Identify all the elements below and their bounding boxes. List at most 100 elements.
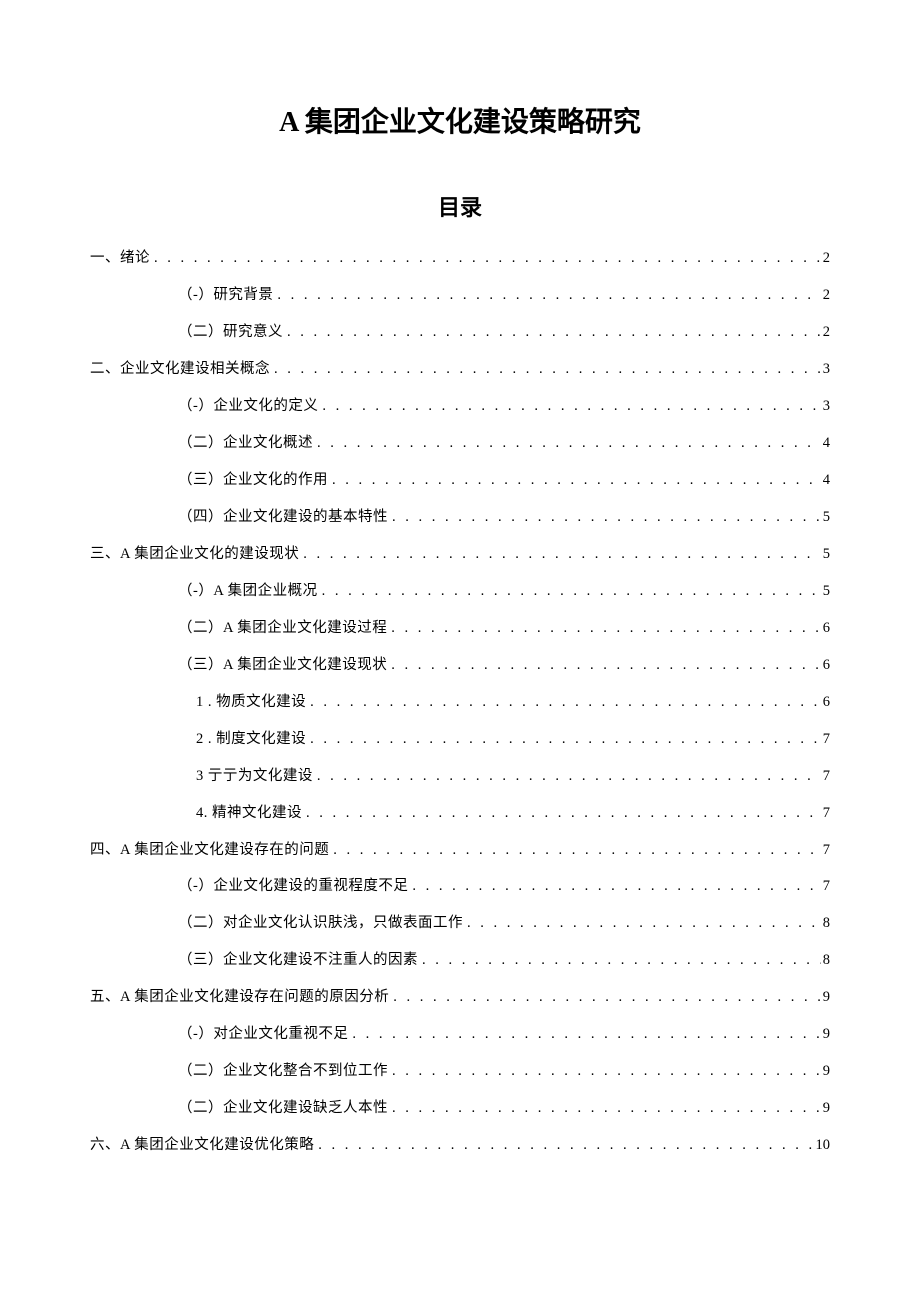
document-title: A 集团企业文化建设策略研究 [90, 100, 830, 140]
toc-entry: （三）企业文化建设不注重人的因素 8 [90, 942, 830, 979]
toc-entry: （-）企业文化建设的重视程度不足 7 [90, 868, 830, 905]
toc-leader-dots [328, 462, 821, 499]
toc-entry-label: 四、A 集团企业文化建设存在的问题 [90, 832, 329, 869]
toc-entry: （二）研究意义 2 [90, 314, 830, 351]
toc-entry-label: （四）企业文化建设的基本特性 [178, 499, 388, 536]
toc-leader-dots [283, 314, 821, 351]
toc-entry: （二）对企业文化认识肤浅，只做表面工作 8 [90, 905, 830, 942]
toc-entry-page: 7 [821, 758, 830, 795]
toc-entry-label: （-）企业文化建设的重视程度不足 [178, 868, 408, 905]
toc-leader-dots [302, 795, 821, 832]
toc-leader-dots [313, 425, 821, 462]
toc-entry-label: 三、A 集团企业文化的建设现状 [90, 536, 299, 573]
toc-entry-label: （二）企业文化建设缺乏人本性 [178, 1090, 388, 1127]
toc-entry-page: 5 [821, 573, 830, 610]
toc-entry-label: 二、企业文化建设相关概念 [90, 351, 270, 388]
toc-entry: （四）企业文化建设的基本特性5 [90, 499, 830, 536]
toc-entry: （二）A 集团企业文化建设过程 6 [90, 610, 830, 647]
toc-entry-label: （-）对企业文化重视不足 [178, 1016, 348, 1053]
toc-leader-dots [306, 684, 821, 721]
toc-entry-label: （-）A 集团企业概况 [178, 573, 318, 610]
toc-entry: （-）A 集团企业概况 5 [90, 573, 830, 610]
toc-entry-page: 6 [821, 647, 830, 684]
toc-leader-dots [318, 388, 820, 425]
toc-entry: （-）研究背景 2 [90, 277, 830, 314]
toc-entry-page: 4 [821, 425, 830, 462]
toc-leader-dots [387, 647, 820, 684]
toc-leader-dots [388, 1053, 821, 1090]
toc-entry-label: （三）企业文化的作用 [178, 462, 328, 499]
toc-leader-dots [388, 1090, 821, 1127]
toc-entry-label: 3 亍亍为文化建设 [196, 758, 313, 795]
toc-leader-dots [306, 721, 821, 758]
toc-leader-dots [270, 351, 821, 388]
toc-entry-label: （三）企业文化建设不注重人的因素 [178, 942, 418, 979]
toc-entry-page: 2 [821, 277, 830, 314]
toc-entry: 六、A 集团企业文化建设优化策略10 [90, 1127, 830, 1164]
toc-entry-page: 8 [821, 905, 830, 942]
toc-entry: 1 . 物质文化建设 6 [90, 684, 830, 721]
toc-entry-label: （二）企业文化整合不到位工作 [178, 1053, 388, 1090]
toc-leader-dots [418, 942, 821, 979]
toc-entry-page: 6 [821, 610, 830, 647]
toc-leader-dots [389, 979, 820, 1016]
toc-leader-dots [408, 868, 820, 905]
toc-entry-label: 1 . 物质文化建设 [196, 684, 306, 721]
toc-entry-page: 2 [821, 240, 830, 277]
toc-entry-label: （-）企业文化的定义 [178, 388, 318, 425]
toc-leader-dots [348, 1016, 820, 1053]
toc-entry: （三）A 集团企业文化建设现状 6 [90, 647, 830, 684]
toc-leader-dots [314, 1127, 813, 1164]
toc-entry-label: 2 . 制度文化建设 [196, 721, 306, 758]
toc-entry-label: （二）对企业文化认识肤浅，只做表面工作 [178, 905, 463, 942]
toc-entry: （-）对企业文化重视不足 9 [90, 1016, 830, 1053]
toc-entry-label: （二）企业文化概述 [178, 425, 313, 462]
toc-leader-dots [387, 610, 820, 647]
toc-entry-page: 5 [821, 536, 830, 573]
toc-leader-dots [273, 277, 820, 314]
toc-leader-dots [313, 758, 821, 795]
toc-entry-page: 7 [821, 832, 830, 869]
toc-entry-page: 7 [821, 868, 830, 905]
toc-entry-page: 3 [821, 388, 830, 425]
toc-entry: 3 亍亍为文化建设 7 [90, 758, 830, 795]
toc-entry-page: 8 [821, 942, 830, 979]
toc-leader-dots [318, 573, 821, 610]
toc-entry: 四、A 集团企业文化建设存在的问题 7 [90, 832, 830, 869]
toc-entry: 2 . 制度文化建设 7 [90, 721, 830, 758]
toc-entry-label: 一、绪论 [90, 240, 150, 277]
toc-entry: （三）企业文化的作用 4 [90, 462, 830, 499]
toc-leader-dots [329, 832, 820, 869]
toc-entry: （二）企业文化建设缺乏人本性 9 [90, 1090, 830, 1127]
toc-entry: 一、绪论 2 [90, 240, 830, 277]
toc-entry-page: 2 [821, 314, 830, 351]
toc-entry: 4. 精神文化建设 7 [90, 795, 830, 832]
toc-heading: 目录 [90, 190, 830, 222]
toc-entry: （二）企业文化整合不到位工作 9 [90, 1053, 830, 1090]
toc-leader-dots [463, 905, 821, 942]
toc-entry-label: （二）研究意义 [178, 314, 283, 351]
toc-entry: （二）企业文化概述 4 [90, 425, 830, 462]
toc-entry: 二、企业文化建设相关概念 3 [90, 351, 830, 388]
toc-entry-page: 7 [821, 795, 830, 832]
toc-entry-label: （三）A 集团企业文化建设现状 [178, 647, 387, 684]
toc-entry-label: （二）A 集团企业文化建设过程 [178, 610, 387, 647]
toc-entry-page: 9 [821, 979, 830, 1016]
toc-leader-dots [150, 240, 821, 277]
toc-entry-page: 10 [814, 1127, 831, 1164]
toc-entry: （-）企业文化的定义 3 [90, 388, 830, 425]
toc-entry-page: 9 [821, 1053, 830, 1090]
table-of-contents: 一、绪论2（-）研究背景2（二）研究意义2二、企业文化建设相关概念3（-）企业文… [90, 240, 830, 1164]
toc-entry-label: 4. 精神文化建设 [196, 795, 302, 832]
toc-entry: 三、A 集团企业文化的建设现状 5 [90, 536, 830, 573]
toc-entry-label: （-）研究背景 [178, 277, 273, 314]
toc-entry-page: 9 [821, 1090, 830, 1127]
toc-leader-dots [388, 499, 821, 536]
toc-entry: 五、A 集团企业文化建设存在问题的原因分析 9 [90, 979, 830, 1016]
toc-entry-page: 9 [821, 1016, 830, 1053]
toc-entry-page: 7 [821, 721, 830, 758]
toc-entry-page: 4 [821, 462, 830, 499]
toc-entry-page: 3 [821, 351, 830, 388]
toc-entry-page: 6 [821, 684, 830, 721]
toc-entry-label: 五、A 集团企业文化建设存在问题的原因分析 [90, 979, 389, 1016]
